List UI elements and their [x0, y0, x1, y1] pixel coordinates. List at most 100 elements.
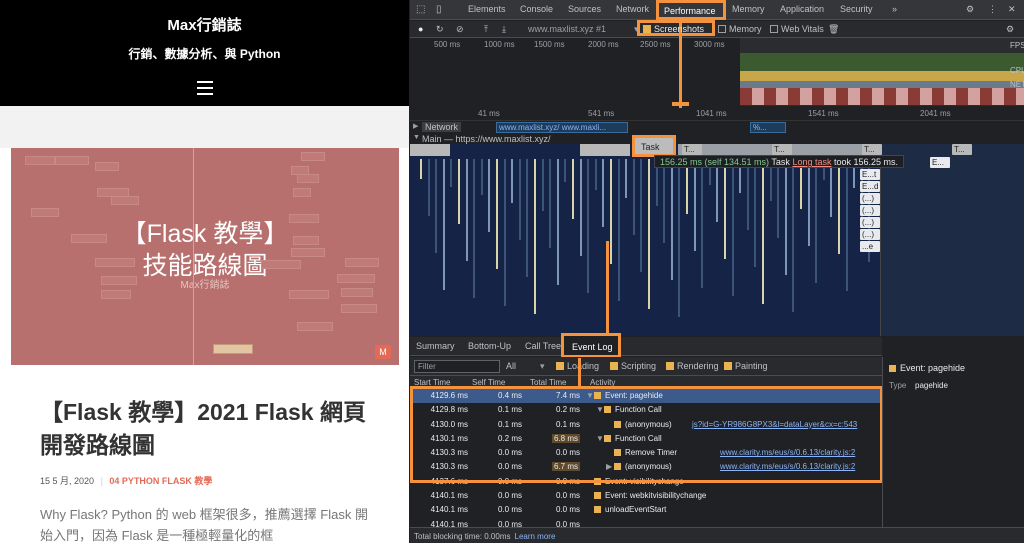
flame-stack[interactable]	[420, 159, 422, 179]
flame-event[interactable]: ...e	[860, 241, 880, 252]
flame-stack[interactable]	[838, 159, 840, 254]
web-vitals-checkbox[interactable]: Web Vitals	[770, 24, 824, 34]
flame-stack[interactable]	[762, 159, 764, 304]
flame-task[interactable]	[580, 144, 630, 156]
flame-stack[interactable]	[450, 159, 453, 187]
tab-console[interactable]: Console	[520, 4, 553, 14]
tab-elements[interactable]: Elements	[468, 4, 506, 14]
flame-stack[interactable]	[465, 159, 468, 261]
flame-event[interactable]: (...)	[860, 217, 880, 228]
network-request-bar[interactable]: www.maxlist.xyz/ www.maxli...	[496, 122, 628, 133]
device-toggle-icon[interactable]: ▯	[436, 4, 442, 15]
tab-event-log[interactable]: Event Log	[561, 333, 621, 358]
screenshots-strip[interactable]	[740, 88, 1024, 105]
recording-select[interactable]: www.maxlist.xyz #1	[528, 24, 606, 34]
flame-event[interactable]: E...	[930, 157, 950, 168]
screenshots-checkbox[interactable]: Screenshots	[637, 20, 715, 36]
tab-network[interactable]: Network	[616, 4, 649, 14]
filter-input[interactable]: Filter	[414, 360, 500, 373]
flame-stack[interactable]	[435, 159, 438, 253]
tab-memory[interactable]: Memory	[732, 4, 765, 14]
post-title[interactable]: 【Flask 教學】2021 Flask 網頁開發路線圖	[40, 396, 380, 462]
flame-stack[interactable]	[784, 159, 787, 275]
clear-icon[interactable]: ⊘	[456, 24, 464, 35]
upload-icon[interactable]: ⤒	[484, 24, 488, 35]
tab-security[interactable]: Security	[840, 4, 873, 14]
flame-stack[interactable]	[731, 159, 734, 296]
flame-stack[interactable]	[541, 159, 544, 211]
flame-stack[interactable]	[724, 159, 726, 259]
flame-stack[interactable]	[640, 159, 643, 272]
flame-stack[interactable]	[488, 159, 491, 232]
flame-stack[interactable]	[518, 159, 521, 240]
flame-stack[interactable]	[845, 159, 848, 291]
flame-stack[interactable]	[556, 159, 559, 285]
flame-stack[interactable]	[534, 159, 536, 314]
reload-record-icon[interactable]: ↻	[436, 24, 444, 35]
main-flame-chart[interactable]	[410, 144, 880, 336]
learn-more-link[interactable]: Learn more	[515, 532, 556, 541]
record-icon[interactable]: ●	[418, 24, 423, 34]
tab-summary[interactable]: Summary	[416, 341, 455, 351]
flame-stack[interactable]	[427, 159, 430, 216]
flame-stack[interactable]	[792, 159, 795, 312]
settings-gear-icon[interactable]: ⚙	[966, 4, 974, 15]
flame-stack[interactable]	[617, 159, 620, 301]
memory-checkbox[interactable]: Memory	[718, 24, 762, 34]
close-icon[interactable]: ✕	[1008, 4, 1016, 15]
flame-stack[interactable]	[473, 159, 476, 298]
filter-select[interactable]: All	[506, 361, 516, 371]
flame-stack[interactable]	[716, 159, 719, 222]
inspect-icon[interactable]: ⬚	[416, 4, 425, 15]
network-request-bar[interactable]: %...	[750, 122, 786, 133]
capture-settings-gear-icon[interactable]: ⚙	[1006, 24, 1014, 35]
flame-event[interactable]: (...)	[860, 205, 880, 216]
flame-event[interactable]: T...	[772, 144, 792, 155]
tab-performance[interactable]: Performance	[656, 0, 726, 20]
flame-event[interactable]: E...d	[860, 181, 880, 192]
flame-stack[interactable]	[511, 159, 514, 203]
tab-bottom-up[interactable]: Bottom-Up	[468, 341, 511, 351]
site-title[interactable]: Max行銷誌	[0, 14, 409, 35]
rendering-checkbox[interactable]: Rendering	[666, 361, 719, 371]
scripting-checkbox[interactable]: Scripting	[610, 361, 656, 371]
more-options-icon[interactable]: ⋮	[988, 4, 997, 15]
more-tabs-icon[interactable]: »	[892, 4, 897, 14]
flame-stack[interactable]	[754, 159, 757, 267]
tab-call-tree[interactable]: Call Tree	[525, 341, 561, 351]
expand-arrow-icon[interactable]: ▶	[413, 122, 421, 130]
flame-stack[interactable]	[625, 159, 628, 198]
hamburger-menu-icon[interactable]	[197, 81, 213, 95]
tab-application[interactable]: Application	[780, 4, 824, 14]
tab-sources[interactable]: Sources	[568, 4, 601, 14]
flame-stack[interactable]	[480, 159, 483, 195]
flame-stack[interactable]	[815, 159, 818, 283]
flame-stack[interactable]	[670, 159, 673, 280]
flame-stack[interactable]	[602, 159, 605, 227]
featured-image[interactable]: 【Flask 教學】 技能路線圖 Max行銷誌 M	[11, 148, 399, 365]
flame-stack[interactable]	[496, 159, 498, 269]
flame-stack[interactable]	[572, 159, 574, 219]
flame-event[interactable]: T...	[952, 144, 972, 155]
flame-stack[interactable]	[594, 159, 597, 190]
flame-stack[interactable]	[549, 159, 552, 248]
flame-stack[interactable]	[587, 159, 590, 293]
flame-event[interactable]: E...t	[860, 169, 880, 180]
flame-stack[interactable]	[458, 159, 460, 224]
table-row[interactable]: 4140.1 ms 0.0 ms 0.0 ms unloadEventStart	[410, 503, 882, 517]
flame-stack[interactable]	[564, 159, 567, 182]
post-category-link[interactable]: 04 PYTHON FLASK 教學	[109, 476, 212, 486]
download-icon[interactable]: ⤓	[502, 24, 506, 35]
flame-stack[interactable]	[678, 159, 681, 317]
flame-stack[interactable]	[442, 159, 445, 290]
flame-stack[interactable]	[503, 159, 506, 306]
flame-stack[interactable]	[693, 159, 696, 251]
collapse-arrow-icon[interactable]: ▼	[413, 134, 421, 141]
trash-icon[interactable]: 🗑	[828, 24, 839, 35]
flame-task[interactable]	[410, 144, 450, 156]
flame-stack[interactable]	[746, 159, 749, 230]
flame-stack[interactable]	[526, 159, 529, 277]
flame-chart-overflow[interactable]	[880, 144, 1024, 336]
flame-stack[interactable]	[807, 159, 810, 246]
flame-event[interactable]: T...	[682, 144, 702, 155]
